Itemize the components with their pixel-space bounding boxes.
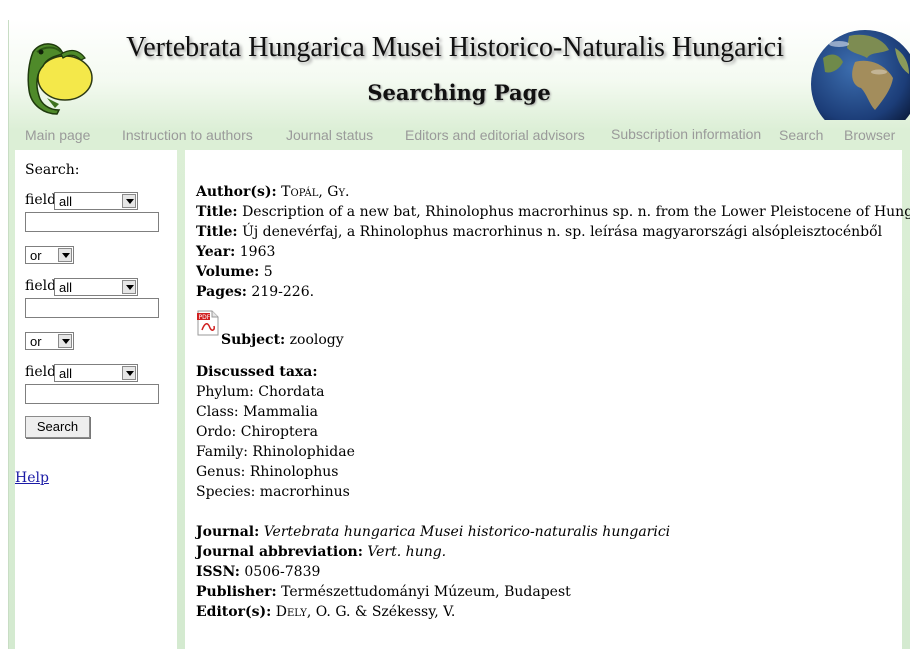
nav-subscription-information[interactable]: Subscription information (611, 126, 761, 142)
field-select-3[interactable]: all (54, 364, 138, 382)
subject-label: Subject: (221, 332, 286, 348)
chevron-down-icon (58, 248, 72, 262)
title-label: Title: (196, 204, 238, 220)
field-select-2-value: all (59, 280, 73, 295)
nav-search[interactable]: Search (779, 127, 823, 143)
chevron-down-icon (122, 194, 136, 208)
page-title: Searching Page (367, 80, 551, 105)
editor-row: Editor(s): Dely, O. G. & Székessy, V. (196, 602, 896, 622)
pages-value: 219-226. (251, 284, 315, 300)
record-panel: Author(s): Topál, Gy. Title: Description… (185, 150, 910, 649)
title-row: Title: Description of a new bat, Rhinolo… (196, 202, 910, 222)
search-button[interactable]: Search (25, 416, 90, 438)
taxa-heading: Discussed taxa: (196, 362, 896, 382)
taxa-item: Genus: Rhinolophus (196, 464, 339, 480)
taxa-item: Species: macrorhinus (196, 484, 350, 500)
search-label: Search: (25, 162, 80, 178)
author-value: Topál, Gy. (281, 184, 350, 200)
search-input-2[interactable] (25, 298, 159, 318)
taxa-label: Discussed taxa: (196, 364, 318, 380)
top-nav: Main page Instruction to authors Journal… (9, 124, 910, 148)
author-row: Author(s): Topál, Gy. (196, 182, 896, 202)
journal-value: Vertebrata hungarica Musei historico-nat… (263, 524, 671, 540)
nav-journal-status[interactable]: Journal status (286, 127, 373, 143)
record-details: Author(s): Topál, Gy. Title: Description… (196, 182, 910, 622)
globe-logo (811, 30, 910, 120)
field-select-1[interactable]: all (54, 192, 138, 210)
author-label: Author(s): (196, 184, 277, 200)
volume-label: Volume: (196, 264, 260, 280)
pages-row: Pages: 219-226. (196, 282, 896, 302)
chevron-down-icon (122, 280, 136, 294)
site-title: Vertebrata Hungarica Musei Historico-Nat… (126, 32, 784, 63)
nav-main-page[interactable]: Main page (25, 127, 90, 143)
journal-label: Journal: (196, 524, 260, 540)
operator-select-1-value: or (30, 248, 42, 263)
help-link[interactable]: Help (15, 470, 49, 486)
field-select-1-value: all (59, 194, 73, 209)
editor-label: Editor(s): (196, 604, 272, 620)
taxa-item: Phylum: Chordata (196, 384, 325, 400)
abbrev-value: Vert. hung. (367, 544, 447, 560)
publisher-label: Publisher: (196, 584, 277, 600)
field-select-3-value: all (59, 366, 73, 381)
operator-select-2[interactable]: or (25, 332, 74, 350)
pages-label: Pages: (196, 284, 247, 300)
frog-logo (27, 43, 93, 115)
chevron-down-icon (58, 334, 72, 348)
year-row: Year: 1963 (196, 242, 896, 262)
year-label: Year: (196, 244, 236, 260)
volume-row: Volume: 5 (196, 262, 896, 282)
search-input-3[interactable] (25, 384, 159, 404)
issn-row: ISSN: 0506-7839 (196, 562, 896, 582)
operator-select-2-value: or (30, 334, 42, 349)
abbrev-row: Journal abbreviation: Vert. hung. (196, 542, 896, 562)
issn-label: ISSN: (196, 564, 240, 580)
subject-row: Subject: zoology (221, 330, 344, 350)
nav-editors[interactable]: Editors and editorial advisors (405, 127, 585, 143)
title2-label: Title: (196, 224, 238, 240)
search-sidebar: Search: field: all or field: all or fiel… (15, 150, 177, 649)
pdf-row: PDF Subject: zoology (196, 310, 896, 350)
subject-value: zoology (289, 332, 344, 348)
chevron-down-icon (122, 366, 136, 380)
volume-value: 5 (263, 264, 273, 280)
field-select-2[interactable]: all (54, 278, 138, 296)
search-input-1[interactable] (25, 212, 159, 232)
year-value: 1963 (239, 244, 276, 260)
nav-browser[interactable]: Browser (844, 127, 895, 143)
title2-value: Új denevérfaj, a Rhinolophus macrorhinus… (242, 224, 883, 240)
title-value: Description of a new bat, Rhinolophus ma… (242, 204, 910, 220)
abbrev-label: Journal abbreviation: (196, 544, 363, 560)
editor-value: , O. G. & Székessy, V. (306, 604, 456, 620)
header: Vertebrata Hungarica Musei Historico-Nat… (9, 20, 910, 120)
svg-text:PDF: PDF (199, 314, 211, 321)
taxa-item: Class: Mammalia (196, 404, 318, 420)
editor-surname: Dely (275, 604, 307, 620)
title2-row: Title: Új denevérfaj, a Rhinolophus macr… (196, 222, 896, 242)
publisher-value: Természettudományi Múzeum, Budapest (281, 584, 571, 600)
taxa-item: Ordo: Chiroptera (196, 424, 318, 440)
nav-instruction-to-authors[interactable]: Instruction to authors (122, 127, 253, 143)
operator-select-1[interactable]: or (25, 246, 74, 264)
taxa-item: Family: Rhinolophidae (196, 444, 355, 460)
publisher-row: Publisher: Természettudományi Múzeum, Bu… (196, 582, 896, 602)
pdf-file-icon[interactable]: PDF (196, 310, 220, 336)
journal-row: Journal: Vertebrata hungarica Musei hist… (196, 522, 896, 542)
issn-value: 0506-7839 (244, 564, 321, 580)
